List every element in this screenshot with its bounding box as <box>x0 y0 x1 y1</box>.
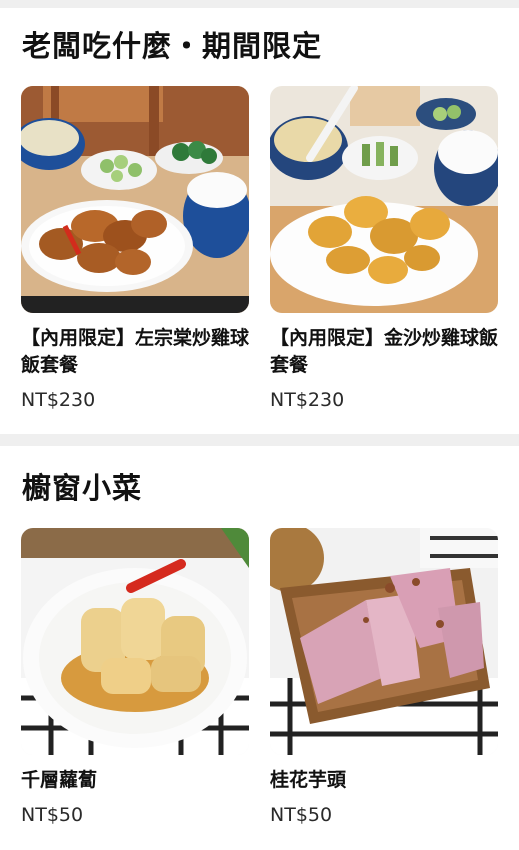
section-title-side-dishes: 櫥窗小菜 <box>22 471 143 505</box>
menu-item-price: NT$230 <box>270 389 345 411</box>
menu-item-card[interactable]: 【內用限定】金沙炒雞球飯套餐 NT$230 <box>270 86 498 416</box>
menu-item-price: NT$230 <box>21 389 96 411</box>
osmanthus-taro-photo <box>270 528 498 755</box>
menu-item-name: 【內用限定】左宗棠炒雞球飯套餐 <box>21 327 250 376</box>
menu-item-card[interactable]: 【內用限定】左宗棠炒雞球飯套餐 NT$230 <box>21 86 249 416</box>
layered-radish-photo <box>21 528 249 755</box>
menu-item-card[interactable]: 桂花芋頭 NT$50 <box>270 528 498 833</box>
golden-sand-chicken-set-photo <box>270 86 498 313</box>
section-divider <box>0 434 519 446</box>
menu-item-name: 【內用限定】金沙炒雞球飯套餐 <box>270 327 499 376</box>
top-divider <box>0 0 519 8</box>
menu-item-price: NT$50 <box>21 804 84 826</box>
section-title-limited: 老闆吃什麼・期間限定 <box>22 29 323 63</box>
menu-item-name: 千層蘿蔔 <box>21 769 98 791</box>
menu-item-card[interactable]: 千層蘿蔔 NT$50 <box>21 528 249 833</box>
menu-item-price: NT$50 <box>270 804 333 826</box>
general-tso-chicken-set-photo <box>21 86 249 313</box>
menu-item-name: 桂花芋頭 <box>270 769 347 791</box>
